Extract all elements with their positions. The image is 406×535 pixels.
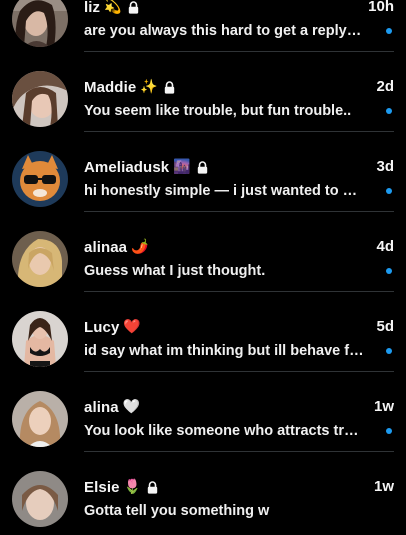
timestamp: 10h [368,0,394,15]
lock-icon [197,160,207,174]
name-emoji: 🌶️ [131,239,149,255]
avatar[interactable] [12,0,68,47]
lock-icon [128,0,138,14]
conversation-row-maddie[interactable]: Maddie ✨ 2d You seem like trouble, but f… [0,52,406,132]
name-emoji: 🌆 [173,159,191,175]
contact-name: alina [84,398,119,416]
contact-name: liz [84,0,101,16]
conversation-row-ameliadusk[interactable]: Ameliadusk 🌆 3d hi honestly simple — i j… [0,132,406,212]
avatar-photo [12,71,68,127]
conversation-row-alina[interactable]: alina 🤍 1w You look like someone who att… [0,372,406,452]
avatar[interactable] [12,231,68,287]
name-line: alina 🤍 [84,397,140,417]
avatar-photo [12,151,68,207]
timestamp: 4d [376,238,394,255]
contact-name: Ameliadusk [84,158,170,176]
avatar[interactable] [12,391,68,447]
contact-name: alinaa [84,238,128,256]
timestamp: 1w [373,478,394,495]
lock-icon [147,480,158,494]
name-line: Lucy ❤️ [84,317,141,337]
unread-dot [386,28,392,34]
name-line: alinaa 🌶️ [84,237,149,257]
message-preview: hi honestly simple — i just wanted to sa… [84,183,364,199]
unread-dot [386,428,392,434]
timestamp: 5d [376,318,394,335]
unread-dot [386,268,392,274]
message-preview: id say what im thinking but ill behave f… [84,343,364,359]
unread-dot [386,108,392,114]
name-emoji: 💫 [104,0,122,15]
avatar[interactable] [12,471,68,527]
message-preview: You seem like trouble, but fun trouble.. [84,103,352,119]
name-emoji: 🤍 [122,399,141,415]
message-preview: Gotta tell you something w [84,503,270,519]
conversation-row-lucy[interactable]: Lucy ❤️ 5d id say what im thinking but i… [0,292,406,372]
avatar-photo [12,311,68,367]
conversation-row-alinaa[interactable]: alinaa 🌶️ 4d Guess what I just thought. [0,212,406,292]
conversation-list: liz 💫 10h are you always this hard to ge… [0,0,406,535]
name-emoji: ❤️ [123,319,141,335]
name-line: liz 💫 [84,0,139,17]
contact-name: Maddie [84,78,137,96]
message-preview: are you always this hard to get a reply … [84,23,364,39]
timestamp: 3d [376,158,394,175]
name-emoji: 🌷 [123,479,141,495]
lock-icon [164,80,174,94]
avatar[interactable] [12,311,68,367]
avatar-photo [12,0,68,47]
name-line: Ameliadusk 🌆 [84,157,208,177]
avatar-photo [12,231,68,287]
avatar-photo [12,391,68,447]
message-preview: Guess what I just thought. [84,263,266,279]
name-line: Maddie ✨ [84,77,175,97]
avatar-photo [12,471,68,527]
message-preview: You look like someone who attracts troub… [84,423,364,439]
timestamp: 1w [373,398,394,415]
unread-dot [386,188,392,194]
conversation-row-elsie[interactable]: Elsie 🌷 1w Gotta tell you something w [0,452,406,532]
unread-dot [386,348,392,354]
name-emoji: ✨ [140,79,158,95]
name-line: Elsie 🌷 [84,477,158,497]
contact-name: Lucy [84,318,120,336]
contact-name: Elsie [84,478,120,496]
avatar[interactable] [12,71,68,127]
conversation-row-liz[interactable]: liz 💫 10h are you always this hard to ge… [0,0,406,52]
avatar[interactable] [12,151,68,207]
timestamp: 2d [376,78,394,95]
